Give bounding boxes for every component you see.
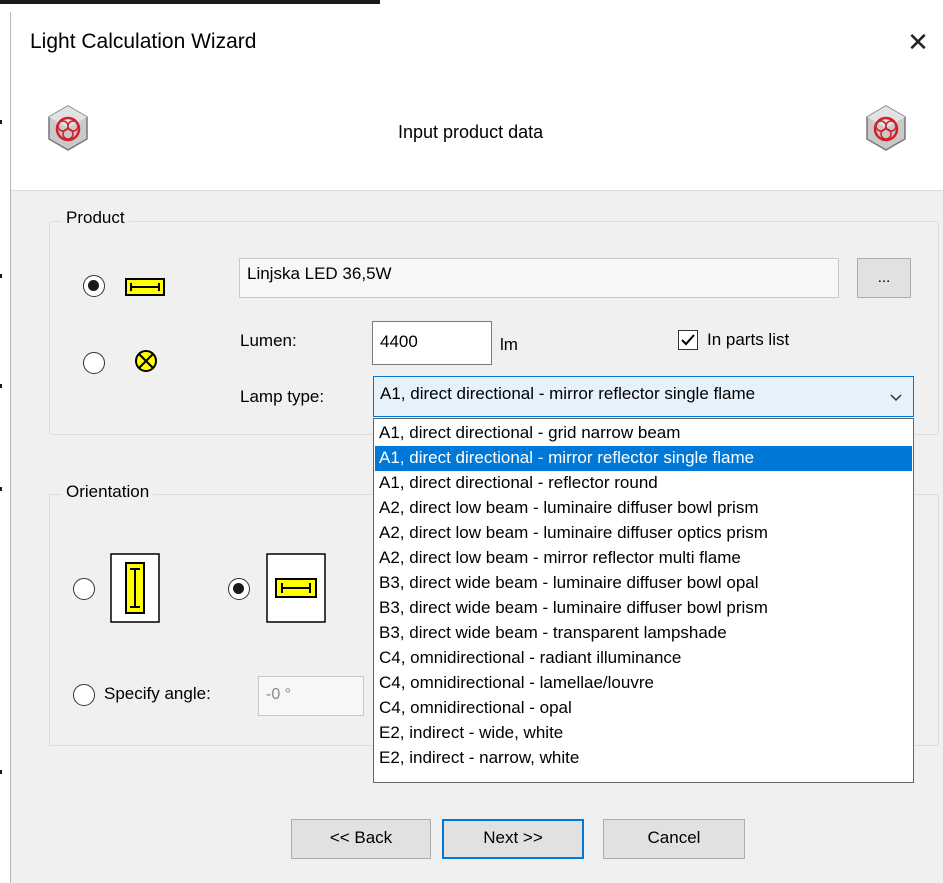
lamp-type-option[interactable]: A1, direct directional - reflector round	[375, 471, 912, 496]
lamp-type-option[interactable]: E2, indirect - wide, white	[375, 721, 912, 746]
lamp-type-option[interactable]: B3, direct wide beam - luminaire diffuse…	[375, 596, 912, 621]
lamp-type-option[interactable]: A1, direct directional - grid narrow bea…	[375, 421, 912, 446]
lamp-type-option-selected[interactable]: A1, direct directional - mirror reflecto…	[375, 446, 912, 471]
lamp-type-option[interactable]: E2, indirect - narrow, white	[375, 746, 912, 771]
light-calc-logo-icon	[48, 105, 88, 151]
browse-product-button[interactable]: ...	[857, 258, 911, 298]
orientation-horizontal-radio[interactable]	[228, 578, 250, 600]
lamp-type-select[interactable]: A1, direct directional - mirror reflecto…	[373, 376, 914, 417]
linear-lamp-radio[interactable]	[83, 275, 105, 297]
cancel-button[interactable]: Cancel	[603, 819, 745, 859]
background-window-left	[0, 12, 10, 883]
in-parts-list-label: In parts list	[707, 330, 790, 349]
lumen-unit: lm	[500, 335, 518, 354]
lamp-type-option[interactable]: C4, omnidirectional - lamellae/louvre	[375, 671, 912, 696]
close-icon: ✕	[907, 27, 929, 57]
checkmark-icon	[681, 334, 695, 346]
chevron-down-icon	[890, 394, 902, 402]
orientation-vertical-radio[interactable]	[73, 578, 95, 600]
horizontal-lamp-icon	[266, 553, 326, 623]
next-button[interactable]: Next >>	[442, 819, 584, 859]
light-calc-logo-icon	[866, 105, 906, 151]
specify-angle-label: Specify angle:	[104, 684, 211, 703]
point-lamp-radio[interactable]	[83, 352, 105, 374]
close-button[interactable]: ✕	[900, 26, 936, 60]
lamp-type-dropdown-list: A1, direct directional - grid narrow bea…	[373, 418, 914, 783]
product-group-label: Product	[62, 208, 129, 228]
lamp-type-option[interactable]: C4, omnidirectional - radiant illuminanc…	[375, 646, 912, 671]
window-title: Light Calculation Wizard	[30, 30, 257, 53]
lamp-type-option[interactable]: A2, direct low beam - mirror reflector m…	[375, 546, 912, 571]
lumen-label: Lumen:	[240, 331, 297, 350]
angle-input[interactable]: -0 °	[258, 676, 364, 716]
lamp-type-label: Lamp type:	[240, 387, 325, 406]
wizard-step-title: Input product data	[398, 122, 544, 142]
lamp-type-option[interactable]: B3, direct wide beam - transparent lamps…	[375, 621, 912, 646]
lamp-type-option[interactable]: A2, direct low beam - luminaire diffuser…	[375, 521, 912, 546]
lamp-type-option[interactable]: C4, omnidirectional - opal	[375, 696, 912, 721]
point-lamp-icon	[135, 350, 157, 372]
vertical-lamp-icon	[110, 553, 160, 623]
lamp-type-option[interactable]: A2, direct low beam - luminaire diffuser…	[375, 496, 912, 521]
lumen-input[interactable]: 4400	[372, 321, 492, 365]
in-parts-list-checkbox[interactable]	[678, 330, 698, 350]
product-name-field[interactable]: Linjska LED 36,5W	[239, 258, 839, 298]
lamp-type-option[interactable]: B3, direct wide beam - luminaire diffuse…	[375, 571, 912, 596]
specify-angle-radio[interactable]	[73, 684, 95, 706]
orientation-group-label: Orientation	[62, 482, 154, 502]
back-button[interactable]: << Back	[291, 819, 431, 859]
lamp-type-selected-value: A1, direct directional - mirror reflecto…	[380, 384, 756, 403]
linear-lamp-icon	[125, 278, 165, 296]
